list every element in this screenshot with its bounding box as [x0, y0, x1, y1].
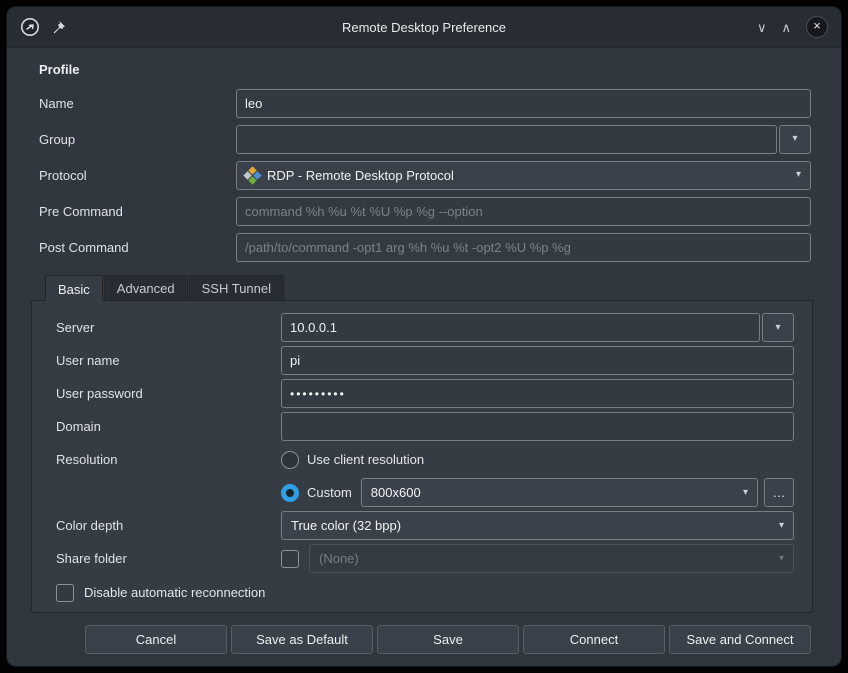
color-depth-combo[interactable]: True color (32 bpp) ▾	[281, 511, 794, 540]
save-button[interactable]: Save	[377, 625, 519, 654]
resolution-label: Resolution	[56, 452, 281, 467]
username-row: User name	[56, 344, 794, 377]
disable-reconnection-label: Disable automatic reconnection	[84, 585, 265, 600]
disable-reconnection-checkbox[interactable]	[56, 584, 74, 602]
tab-basic[interactable]: Basic	[45, 275, 103, 301]
name-label: Name	[39, 96, 236, 111]
custom-resolution-radio[interactable]	[281, 484, 299, 502]
server-input[interactable]	[281, 313, 760, 342]
resolution-more-button[interactable]: …	[764, 478, 794, 507]
dropdown-arrow-icon: ▾	[779, 554, 784, 564]
app-icon	[20, 17, 40, 37]
server-row: Server ▾	[56, 311, 794, 344]
server-dropdown-button[interactable]: ▾	[762, 313, 794, 342]
share-folder-label: Share folder	[56, 551, 281, 566]
basic-tab-panel: Server ▾ User name User password	[31, 300, 813, 613]
dropdown-arrow-icon: ▾	[743, 488, 748, 498]
protocol-label: Protocol	[39, 168, 236, 183]
password-label: User password	[56, 386, 281, 401]
protocol-row: Protocol RDP - Remote Desktop Protocol ▾	[39, 157, 811, 193]
chevron-down-icon[interactable]: ∨	[757, 21, 767, 34]
color-depth-row: Color depth True color (32 bpp) ▾	[56, 509, 794, 542]
pin-icon[interactable]	[51, 20, 66, 35]
group-input[interactable]	[236, 125, 777, 154]
dropdown-arrow-icon: ▾	[792, 134, 797, 144]
window-title: Remote Desktop Preference	[7, 20, 841, 35]
disable-reconnection-row: Disable automatic reconnection	[56, 577, 794, 608]
profile-section-label: Profile	[39, 62, 811, 77]
group-row: Group ▾	[39, 121, 811, 157]
custom-resolution-value: 800x600	[371, 485, 421, 500]
custom-resolution-combo[interactable]: 800x600 ▾	[361, 478, 758, 507]
share-folder-row: Share folder (None) ▾	[56, 542, 794, 575]
group-label: Group	[39, 132, 236, 147]
post-command-label: Post Command	[39, 240, 236, 255]
resolution-row-custom: Custom 800x600 ▾ …	[56, 476, 794, 509]
password-input[interactable]	[281, 379, 794, 408]
save-and-connect-button[interactable]: Save and Connect	[669, 625, 811, 654]
pre-command-input[interactable]	[236, 197, 811, 226]
action-button-row: Cancel Save as Default Save Connect Save…	[39, 613, 811, 654]
chevron-up-icon[interactable]: ∧	[781, 21, 791, 34]
domain-input[interactable]	[281, 412, 794, 441]
tab-bar: Basic Advanced SSH Tunnel	[39, 275, 811, 300]
custom-resolution-label: Custom	[307, 485, 352, 500]
dropdown-arrow-icon: ▾	[779, 521, 784, 531]
post-command-input[interactable]	[236, 233, 811, 262]
share-folder-combo: (None) ▾	[309, 544, 794, 573]
tab-advanced[interactable]: Advanced	[104, 275, 188, 300]
titlebar[interactable]: Remote Desktop Preference ∨ ∧ ×	[7, 7, 841, 48]
share-folder-checkbox[interactable]	[281, 550, 299, 568]
server-label: Server	[56, 320, 281, 335]
color-depth-label: Color depth	[56, 518, 281, 533]
resolution-row-client: Resolution Use client resolution	[56, 443, 794, 476]
use-client-resolution-radio[interactable]	[281, 451, 299, 469]
pre-command-row: Pre Command	[39, 193, 811, 229]
pre-command-label: Pre Command	[39, 204, 236, 219]
group-dropdown-button[interactable]: ▾	[779, 125, 811, 154]
connect-button[interactable]: Connect	[523, 625, 665, 654]
dialog-content: Profile Name Group ▾ Protocol	[7, 48, 841, 654]
name-input[interactable]	[236, 89, 811, 118]
tab-ssh-tunnel[interactable]: SSH Tunnel	[189, 275, 284, 300]
rdp-protocol-icon	[243, 166, 261, 184]
dropdown-arrow-icon: ▾	[775, 323, 780, 333]
share-folder-value: (None)	[319, 551, 359, 566]
domain-row: Domain	[56, 410, 794, 443]
remote-desktop-preference-window: Remote Desktop Preference ∨ ∧ × Profile …	[7, 7, 841, 666]
save-as-default-button[interactable]: Save as Default	[231, 625, 373, 654]
close-button[interactable]: ×	[806, 16, 828, 38]
cancel-button[interactable]: Cancel	[85, 625, 227, 654]
use-client-resolution-label: Use client resolution	[307, 452, 424, 467]
protocol-value: RDP - Remote Desktop Protocol	[267, 168, 454, 183]
username-label: User name	[56, 353, 281, 368]
password-row: User password	[56, 377, 794, 410]
name-row: Name	[39, 85, 811, 121]
dropdown-arrow-icon: ▾	[796, 170, 801, 180]
post-command-row: Post Command	[39, 229, 811, 265]
protocol-combo[interactable]: RDP - Remote Desktop Protocol ▾	[236, 161, 811, 190]
color-depth-value: True color (32 bpp)	[291, 518, 401, 533]
username-input[interactable]	[281, 346, 794, 375]
domain-label: Domain	[56, 419, 281, 434]
